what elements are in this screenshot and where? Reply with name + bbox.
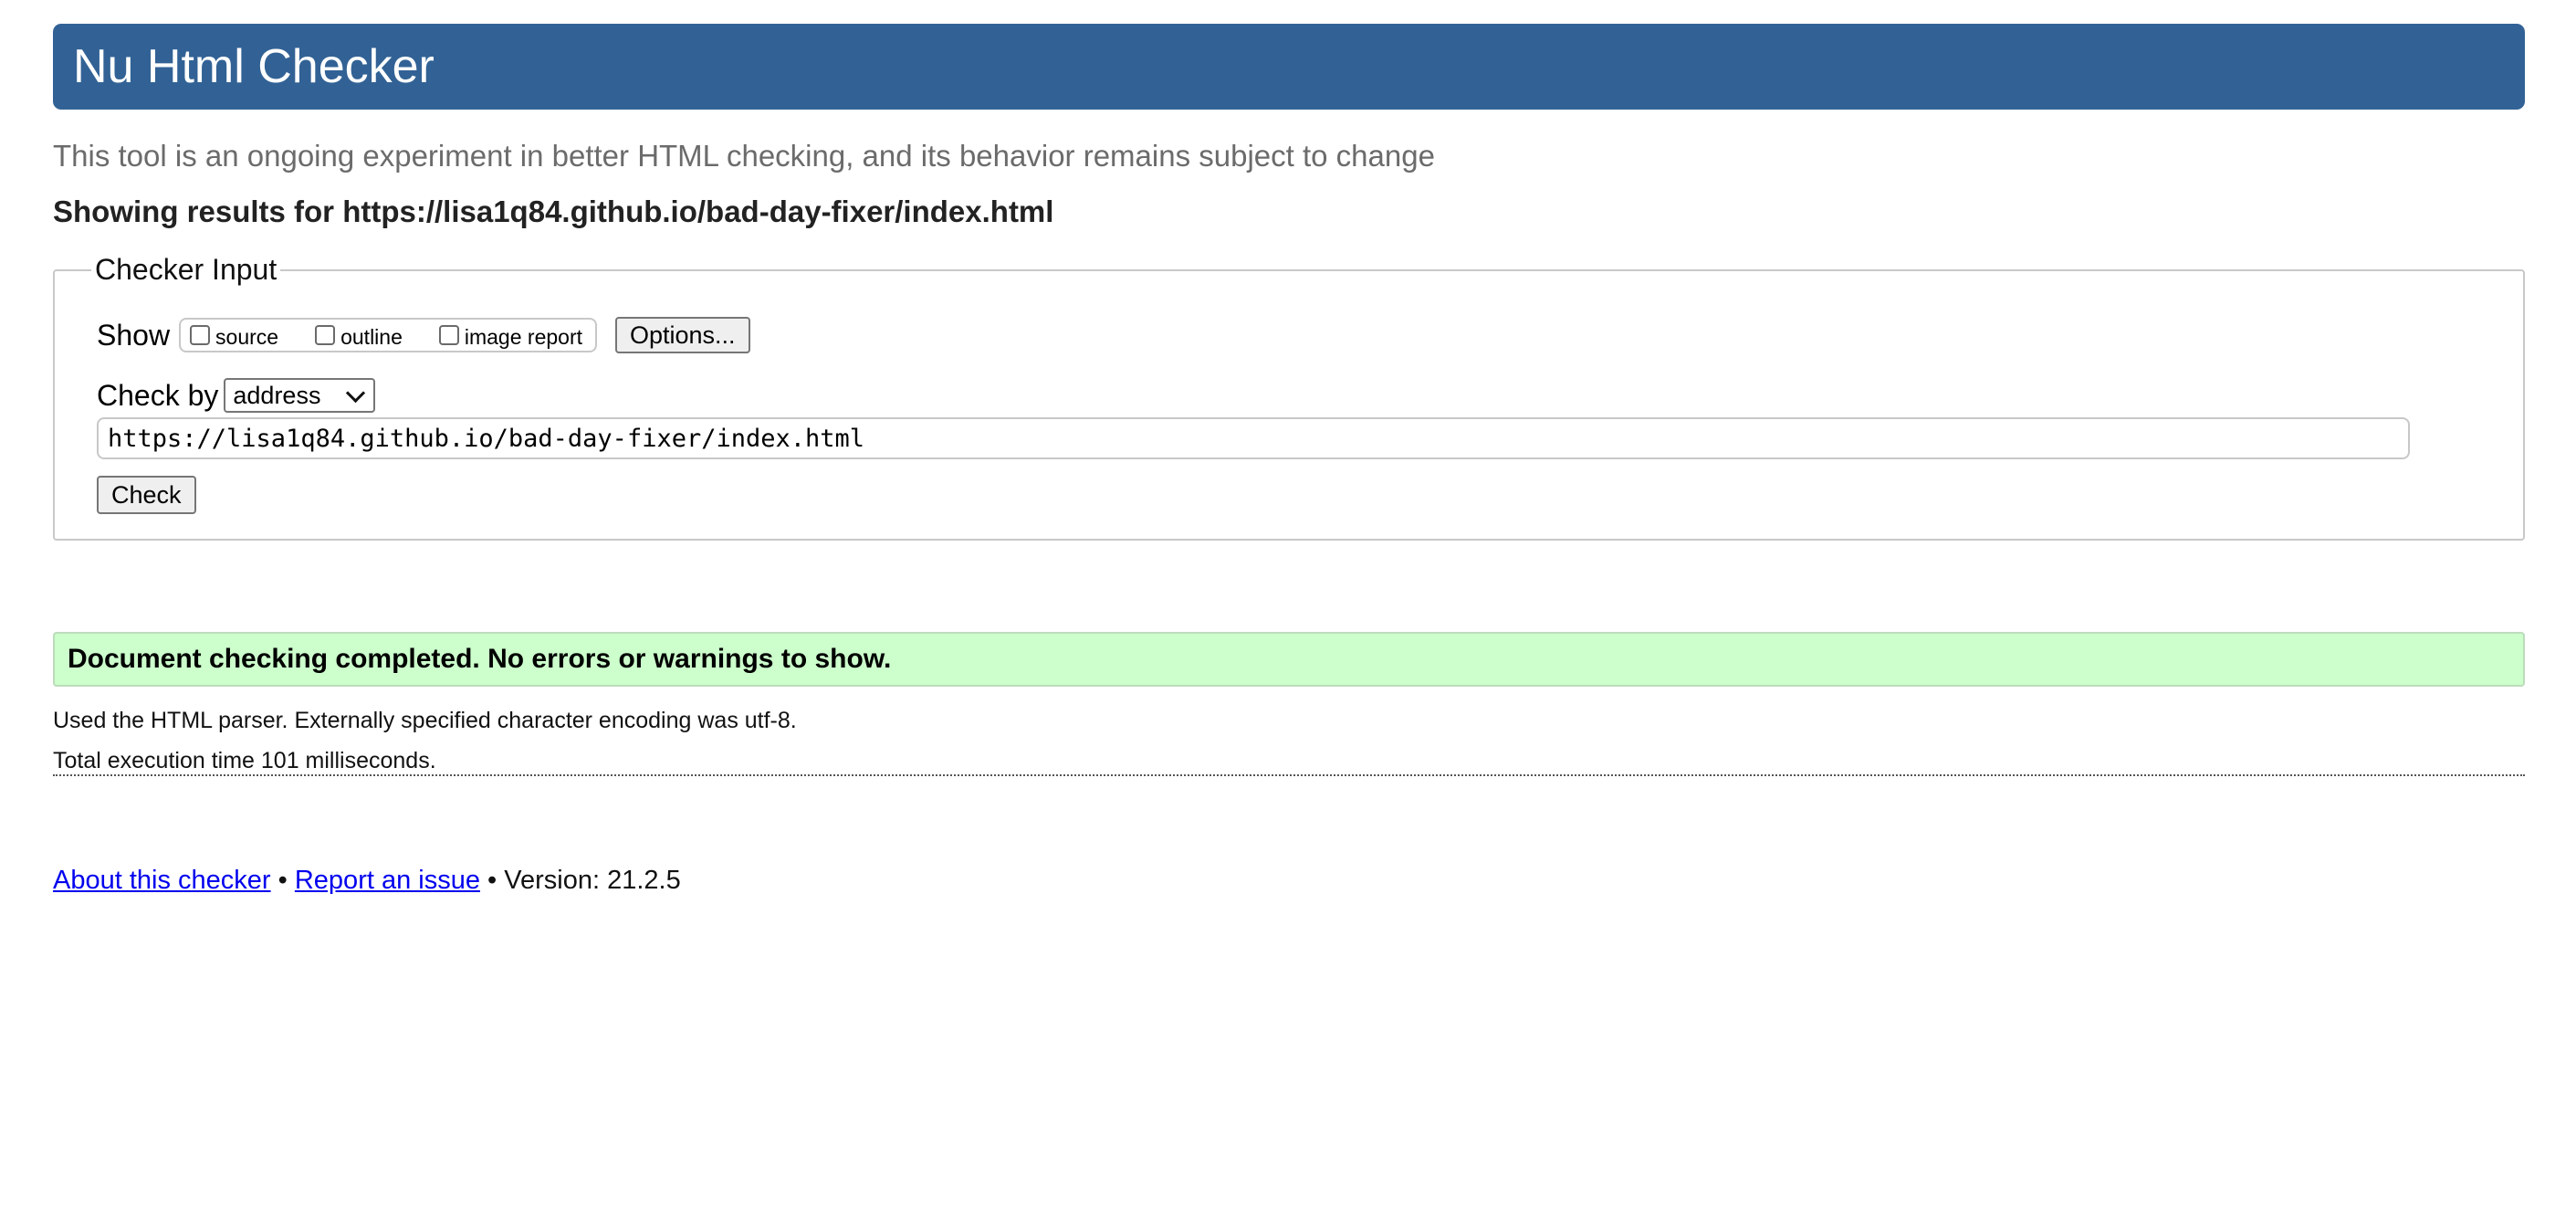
- show-label: Show: [97, 318, 171, 352]
- footer: About this checker • Report an issue • V…: [53, 866, 681, 896]
- divider: [53, 774, 2525, 776]
- url-input[interactable]: https://lisa1q84.github.io/bad-day-fixer…: [97, 417, 2410, 459]
- header-banner: Nu Html Checker: [53, 24, 2525, 110]
- options-button[interactable]: Options...: [615, 317, 750, 353]
- check-by-row: Check by address: [97, 375, 376, 415]
- show-options-group: source outline image report: [179, 318, 597, 352]
- show-image-report-option[interactable]: image report: [438, 321, 582, 350]
- outline-checkbox-label: outline: [340, 324, 403, 349]
- check-by-selected-value: address: [233, 381, 321, 409]
- outline-checkbox[interactable]: [315, 325, 336, 345]
- checker-input-legend: Checker Input: [91, 253, 281, 287]
- image-report-checkbox-label: image report: [464, 324, 582, 349]
- page-title: Nu Html Checker: [73, 40, 435, 93]
- version-text: Version: 21.2.5: [504, 866, 681, 895]
- page: Nu Html Checker This tool is an ongoing …: [0, 0, 2576, 1209]
- show-source-option[interactable]: source: [190, 321, 278, 350]
- source-checkbox[interactable]: [190, 325, 211, 345]
- image-report-checkbox[interactable]: [438, 325, 459, 345]
- result-details: Used the HTML parser. Externally specifi…: [53, 700, 797, 781]
- about-checker-link[interactable]: About this checker: [53, 866, 271, 895]
- footer-separator: •: [487, 866, 497, 895]
- parser-info: Used the HTML parser. Externally specifi…: [53, 708, 797, 733]
- showing-results-heading: Showing results for https://lisa1q84.git…: [53, 194, 1054, 228]
- check-by-label: Check by: [97, 378, 219, 412]
- show-outline-option[interactable]: outline: [315, 321, 403, 350]
- footer-separator: •: [277, 866, 288, 895]
- success-message: Document checking completed. No errors o…: [53, 632, 2525, 687]
- show-row: Show source outline image report Options…: [97, 315, 750, 355]
- check-button[interactable]: Check: [97, 476, 196, 514]
- tagline: This tool is an ongoing experiment in be…: [53, 139, 1435, 173]
- chevron-down-icon: [346, 383, 366, 403]
- source-checkbox-label: source: [215, 324, 279, 349]
- check-by-select[interactable]: address: [224, 378, 376, 413]
- checker-input-fieldset: Checker Input Show source outline image …: [53, 253, 2525, 541]
- report-issue-link[interactable]: Report an issue: [295, 866, 480, 895]
